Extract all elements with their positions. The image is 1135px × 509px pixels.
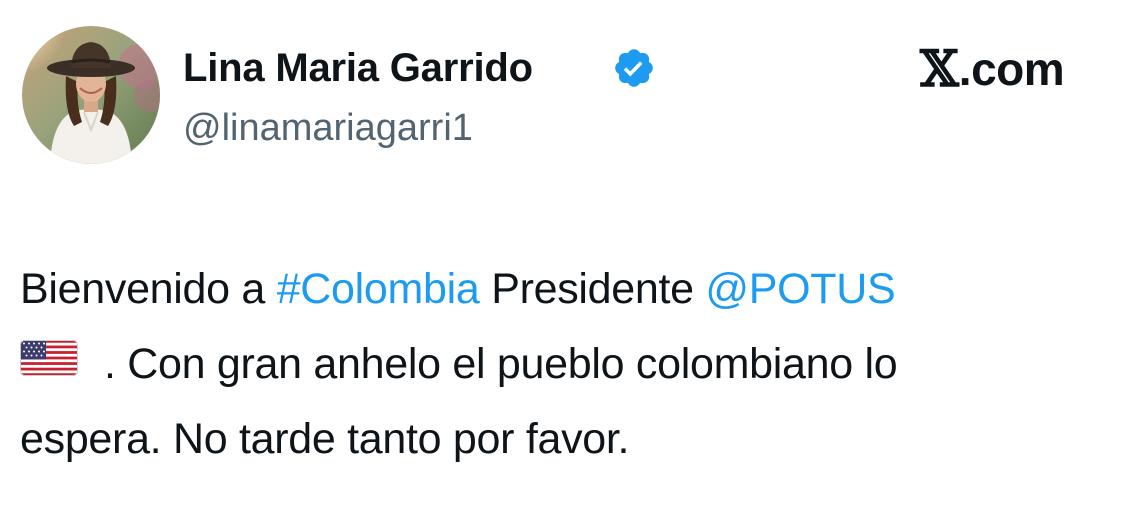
tweet-line-2: . Con gran anhelo el pueblo colombiano l… <box>20 327 1130 402</box>
user-handle[interactable]: @linamariagarri1 <box>183 104 473 152</box>
us-flag-icon <box>20 325 78 400</box>
verified-badge-icon <box>612 46 656 90</box>
avatar-image <box>22 26 160 164</box>
tweet-text: Bienvenido a #Colombia Presidente @POTUS <box>20 252 1130 477</box>
x-com-logo: 𝕏 .com <box>920 39 1065 98</box>
mention-link[interactable]: @POTUS <box>705 265 895 313</box>
tweet-text-segment: Bienvenido a <box>20 265 277 313</box>
avatar[interactable] <box>22 26 160 164</box>
tweet-line-3: espera. No tarde tanto por favor. <box>20 415 630 463</box>
x-logo-icon: 𝕏 <box>920 39 959 98</box>
tweet-line-1: Bienvenido a #Colombia Presidente @POTUS <box>20 252 1130 327</box>
display-name[interactable]: Lina Maria Garrido <box>183 42 533 94</box>
tweet-text-segment: Presidente <box>479 265 706 313</box>
hashtag-link[interactable]: #Colombia <box>277 265 480 313</box>
brand-domain: .com <box>958 43 1065 95</box>
tweet-text-segment: . Con gran anhelo el pueblo colombiano l… <box>104 340 898 388</box>
